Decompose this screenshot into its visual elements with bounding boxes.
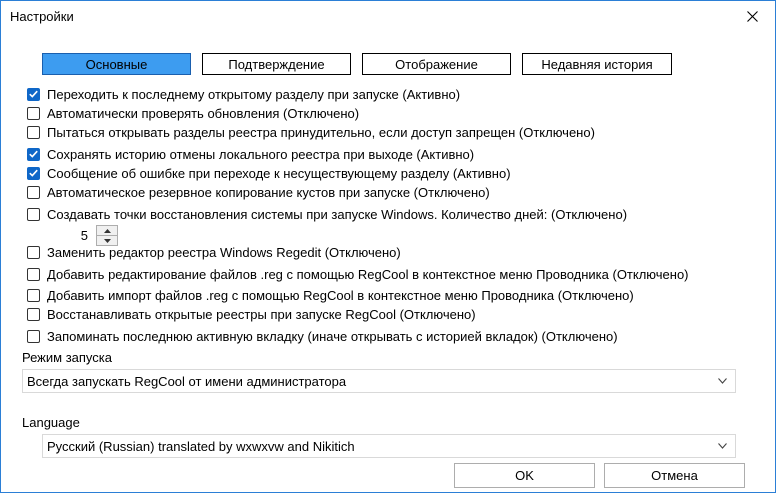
option-label: Запоминать последнюю активную вкладку (и…: [47, 328, 618, 344]
option-checkbox[interactable]: [27, 329, 40, 343]
tab-confirmation[interactable]: Подтверждение: [202, 53, 351, 75]
option-checkbox[interactable]: [27, 106, 40, 120]
launch-mode-value: Всегда запускать RegCool от имени админи…: [27, 373, 347, 389]
cancel-button[interactable]: Отмена: [604, 463, 745, 488]
chevron-down-icon: [718, 378, 727, 384]
launch-mode-select[interactable]: Всегда запускать RegCool от имени админи…: [22, 369, 736, 393]
tab-general[interactable]: Основные: [42, 53, 191, 75]
option-label: Пытаться открывать разделы реестра прину…: [47, 124, 595, 140]
days-spinner-value[interactable]: 5: [44, 225, 96, 246]
option-row[interactable]: Автоматическое резервное копирование кус…: [27, 183, 490, 201]
option-label: Сообщение об ошибке при переходе к несущ…: [47, 165, 511, 181]
option-checkbox[interactable]: [27, 147, 40, 161]
option-row[interactable]: Пытаться открывать разделы реестра прину…: [27, 123, 595, 141]
option-row[interactable]: Сообщение об ошибке при переходе к несущ…: [27, 164, 511, 182]
days-spinner[interactable]: 5: [44, 225, 118, 246]
option-checkbox[interactable]: [27, 185, 40, 199]
option-row[interactable]: Автоматически проверять обновления (Откл…: [27, 104, 359, 122]
arrow-up-icon: [103, 228, 111, 233]
option-label: Заменить редактор реестра Windows Regedi…: [47, 244, 401, 260]
tab-recent-history[interactable]: Недавняя история: [522, 53, 672, 75]
option-label: Автоматическое резервное копирование кус…: [47, 184, 490, 200]
ok-button[interactable]: OK: [454, 463, 595, 488]
option-checkbox[interactable]: [27, 166, 40, 180]
launch-mode-label: Режим запуска: [22, 350, 112, 365]
close-button[interactable]: [729, 1, 775, 32]
option-label: Сохранять историю отмены локального реес…: [47, 146, 475, 162]
language-label: Language: [22, 415, 80, 430]
option-checkbox[interactable]: [27, 307, 40, 321]
window-title: Настройки: [10, 9, 74, 24]
title-bar[interactable]: Настройки: [1, 1, 775, 32]
option-label: Переходить к последнему открытому раздел…: [47, 86, 461, 102]
close-icon: [746, 11, 758, 22]
spinner-down-button[interactable]: [97, 235, 117, 245]
option-checkbox[interactable]: [27, 267, 40, 281]
checkmark-icon: [29, 90, 38, 98]
option-label: Добавить редактирование файлов .reg с по…: [47, 266, 689, 282]
option-checkbox[interactable]: [27, 288, 40, 302]
option-checkbox[interactable]: [27, 245, 40, 259]
option-checkbox[interactable]: [27, 207, 40, 221]
option-row[interactable]: Добавить импорт файлов .reg с помощью Re…: [27, 286, 634, 304]
option-row[interactable]: Запоминать последнюю активную вкладку (и…: [27, 327, 618, 345]
tab-display[interactable]: Отображение: [362, 53, 511, 75]
checkmark-icon: [29, 150, 38, 158]
option-row[interactable]: Восстанавливать открытые реестры при зап…: [27, 305, 476, 323]
settings-window: Настройки Основные Подтверждение Отображ…: [0, 0, 776, 493]
chevron-down-icon: [718, 443, 727, 449]
spinner-up-button[interactable]: [97, 226, 117, 235]
option-row[interactable]: Сохранять историю отмены локального реес…: [27, 145, 474, 163]
language-select[interactable]: Русский (Russian) translated by wxwxvw a…: [42, 434, 736, 458]
option-label: Восстанавливать открытые реестры при зап…: [47, 306, 476, 322]
checkmark-icon: [29, 169, 38, 177]
option-checkbox[interactable]: [27, 87, 40, 101]
option-label: Добавить импорт файлов .reg с помощью Re…: [47, 287, 634, 303]
option-label: Создавать точки восстановления системы п…: [47, 206, 628, 222]
language-value: Русский (Russian) translated by wxwxvw a…: [47, 438, 355, 454]
option-row[interactable]: Добавить редактирование файлов .reg с по…: [27, 265, 689, 283]
spinner-buttons: [96, 225, 118, 246]
arrow-down-icon: [103, 238, 111, 243]
option-checkbox[interactable]: [27, 125, 40, 139]
option-row[interactable]: Создавать точки восстановления системы п…: [27, 205, 627, 223]
option-label: Автоматически проверять обновления (Откл…: [47, 105, 360, 121]
option-row[interactable]: Переходить к последнему открытому раздел…: [27, 85, 460, 103]
